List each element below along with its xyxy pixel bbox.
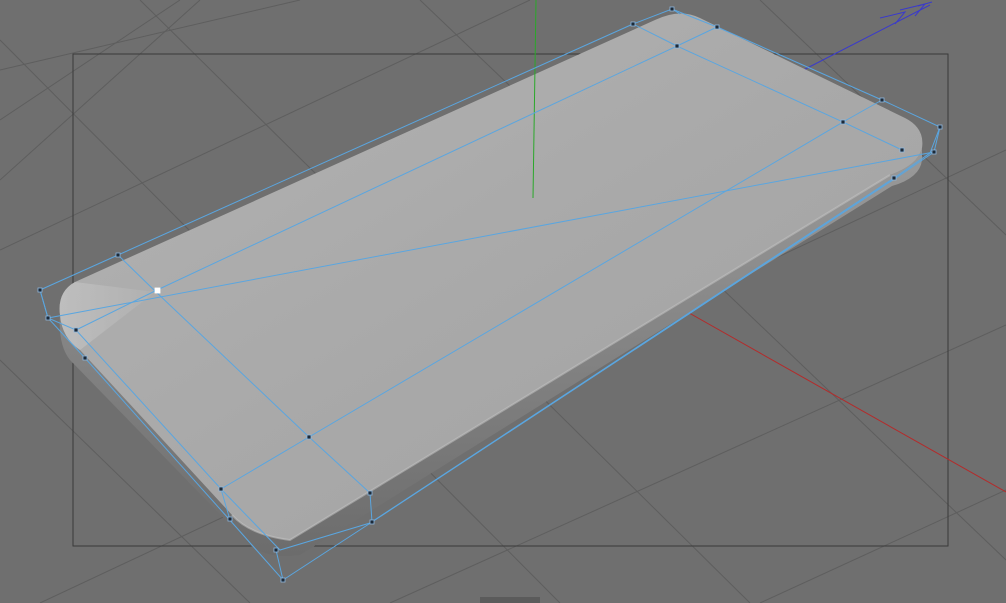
point-handle-icon[interactable] xyxy=(674,43,680,49)
point-handle-icon[interactable] xyxy=(899,147,905,153)
slab-top-surface[interactable] xyxy=(59,13,923,541)
point-handle-icon[interactable] xyxy=(154,287,161,294)
point-handle-icon[interactable] xyxy=(82,355,88,361)
viewport-canvas[interactable] xyxy=(0,0,1006,603)
point-handle-icon[interactable] xyxy=(669,6,675,12)
point-handle-icon[interactable] xyxy=(931,149,937,155)
point-handle-icon[interactable] xyxy=(280,577,286,583)
point-handle-icon[interactable] xyxy=(37,287,43,293)
axis-gizmo-icon xyxy=(879,1,933,25)
3d-viewport[interactable] xyxy=(0,0,1006,603)
point-handle-icon[interactable] xyxy=(73,327,79,333)
point-handle-icon[interactable] xyxy=(630,21,636,27)
point-handle-icon[interactable] xyxy=(369,519,375,525)
point-handle-icon[interactable] xyxy=(879,97,885,103)
point-handle-icon[interactable] xyxy=(840,119,846,125)
point-handle-icon[interactable] xyxy=(45,315,51,321)
point-handle-icon[interactable] xyxy=(273,547,279,553)
point-handle-icon[interactable] xyxy=(714,24,720,30)
point-handle-icon[interactable] xyxy=(227,516,233,522)
point-handle-icon[interactable] xyxy=(306,434,312,440)
point-handle-icon[interactable] xyxy=(218,486,224,492)
point-handle-icon[interactable] xyxy=(115,252,121,258)
bottom-bar xyxy=(480,597,540,603)
point-handle-icon[interactable] xyxy=(937,124,943,130)
x-axis-line xyxy=(674,304,1006,493)
point-handle-icon[interactable] xyxy=(367,490,373,496)
point-handle-icon[interactable] xyxy=(891,175,897,181)
